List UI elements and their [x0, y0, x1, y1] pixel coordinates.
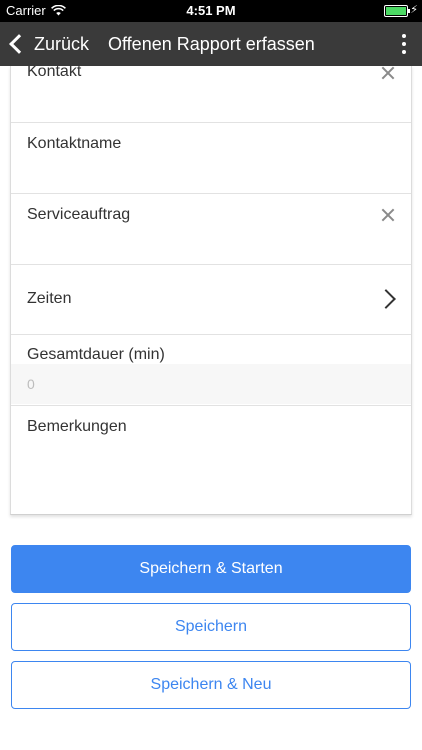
status-time: 4:51 PM [186, 3, 236, 18]
back-label: Zurück [34, 33, 90, 54]
report-form: Kontakt Kontaktname Serviceauftrag Zeite… [10, 66, 412, 515]
battery-icon [384, 5, 410, 17]
battery-fill [386, 7, 406, 15]
back-button[interactable]: Zurück [8, 22, 89, 66]
field-zeiten[interactable]: Zeiten [11, 264, 411, 335]
clear-icon[interactable] [381, 66, 395, 80]
field-label-bemerkungen: Bemerkungen [27, 418, 127, 435]
field-kontaktname[interactable]: Kontaktname [11, 122, 411, 194]
gesamtdauer-input[interactable] [11, 364, 411, 404]
save-and-new-button[interactable]: Speichern & Neu [11, 661, 411, 709]
more-options-button[interactable] [396, 34, 412, 54]
charging-icon: ⚡ [410, 4, 418, 16]
save-button[interactable]: Speichern [11, 603, 411, 651]
field-kontakt[interactable]: Kontakt [11, 66, 411, 123]
field-label-serviceauftrag: Serviceauftrag [27, 206, 131, 223]
field-bemerkungen[interactable]: Bemerkungen [11, 405, 411, 514]
field-serviceauftrag[interactable]: Serviceauftrag [11, 193, 411, 265]
page-title: Offenen Rapport erfassen [108, 34, 315, 54]
chevron-left-icon [9, 34, 29, 54]
field-label-gesamtdauer: Gesamtdauer (min) [27, 346, 165, 363]
status-bar: Carrier 4:51 PM ⚡ [0, 0, 422, 22]
field-label-kontakt: Kontakt [27, 66, 82, 80]
more-vertical-icon [402, 34, 406, 38]
field-gesamtdauer: Gesamtdauer (min) [11, 334, 411, 406]
field-label-kontaktname: Kontaktname [27, 135, 122, 152]
chevron-right-icon [376, 289, 396, 309]
navigation-bar: Zurück Offenen Rapport erfassen [0, 22, 422, 66]
more-vertical-icon-dot [402, 50, 406, 54]
save-and-start-button[interactable]: Speichern & Starten [11, 545, 411, 593]
clear-icon[interactable] [381, 208, 395, 222]
field-label-zeiten: Zeiten [27, 290, 72, 307]
more-vertical-icon-dot [402, 42, 406, 46]
